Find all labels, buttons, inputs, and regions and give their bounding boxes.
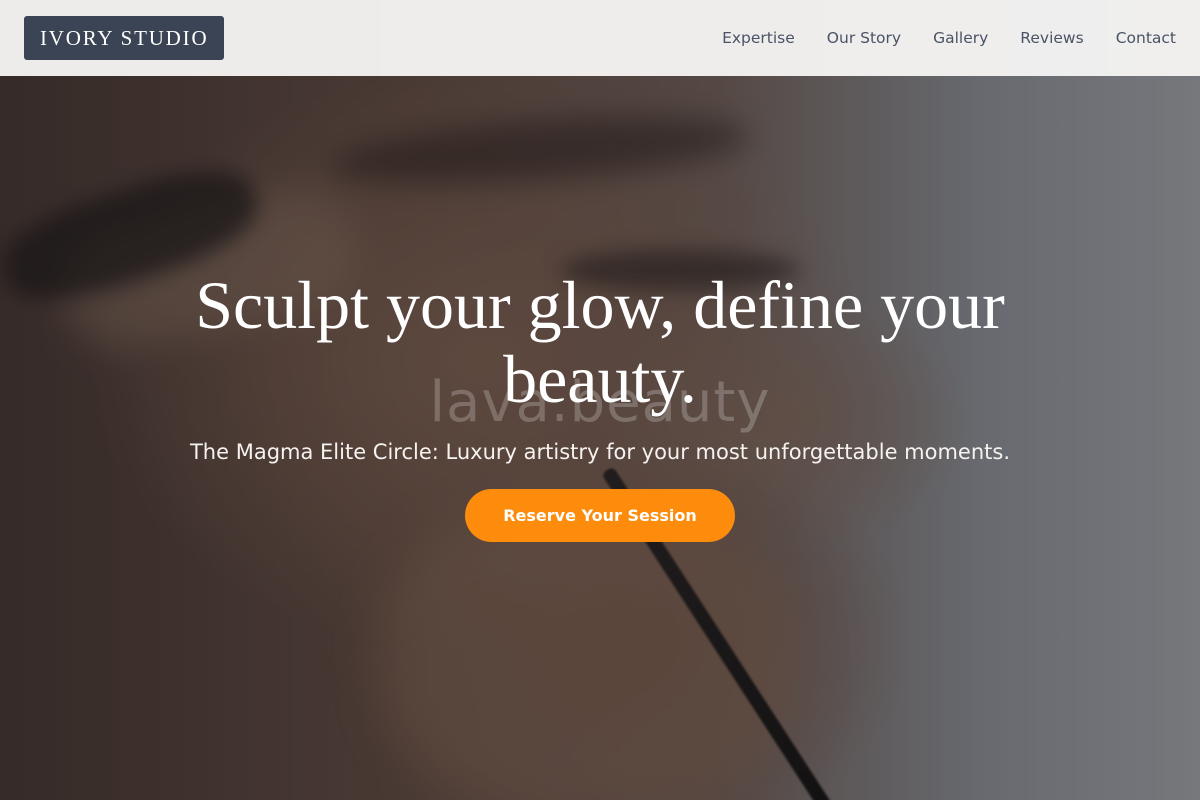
logo-text: IVORY STUDIO: [40, 25, 209, 50]
nav-link-contact[interactable]: Contact: [1116, 29, 1176, 47]
logo[interactable]: IVORY STUDIO: [24, 16, 225, 60]
nav-link-reviews[interactable]: Reviews: [1020, 29, 1083, 47]
hero-subtitle: The Magma Elite Circle: Luxury artistry …: [189, 440, 1011, 464]
nav-link-expertise[interactable]: Expertise: [722, 29, 795, 47]
reserve-session-button[interactable]: Reserve Your Session: [465, 489, 735, 542]
landing-page: IVORY STUDIO Expertise Our Story Gallery…: [0, 0, 1200, 800]
nav-link-our-story[interactable]: Our Story: [827, 29, 901, 47]
main-nav: Expertise Our Story Gallery Reviews Cont…: [722, 29, 1176, 47]
hero-headline: Sculpt your glow, define your beauty.: [195, 267, 1005, 417]
site-header: IVORY STUDIO Expertise Our Story Gallery…: [0, 0, 1200, 76]
nav-link-gallery[interactable]: Gallery: [933, 29, 988, 47]
